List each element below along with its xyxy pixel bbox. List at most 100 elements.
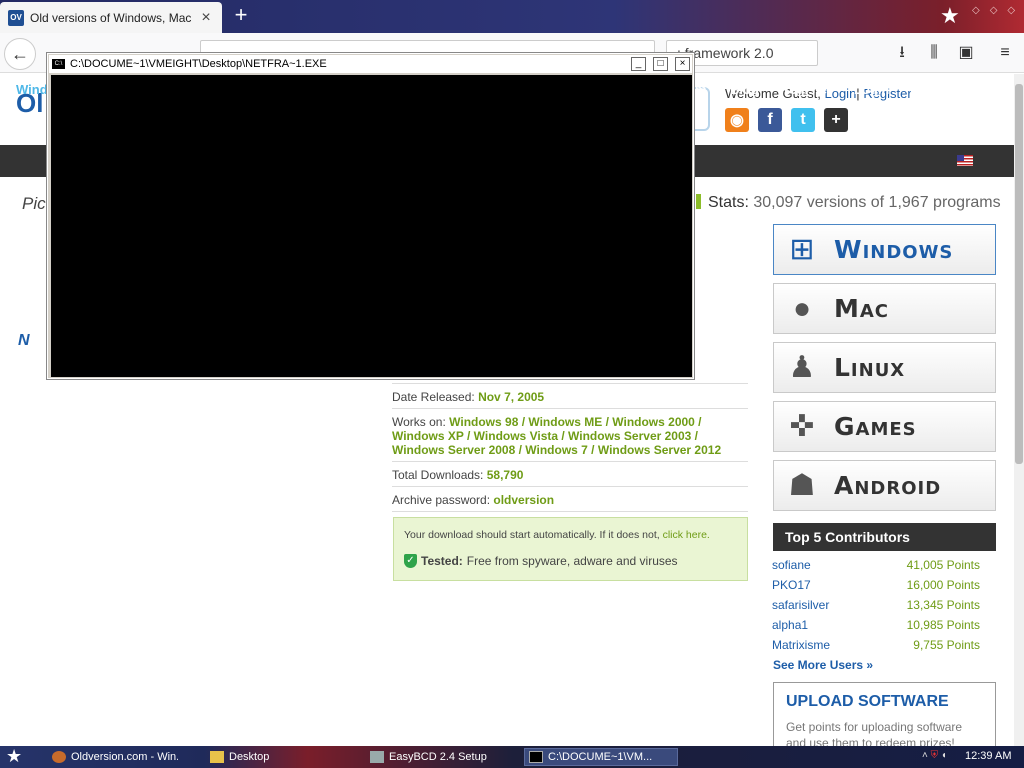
contributor-points: 10,985 Points bbox=[906, 618, 980, 632]
see-more-users-link[interactable]: See More Users » bbox=[773, 658, 873, 672]
sidebar-icon[interactable]: ▣ bbox=[955, 42, 977, 64]
stats-marker bbox=[696, 194, 701, 209]
taskbar-item-desktop[interactable]: Desktop bbox=[206, 748, 346, 766]
nav-item-language[interactable]: English bbox=[910, 82, 957, 97]
android-icon: ☗ bbox=[788, 469, 816, 502]
divider bbox=[392, 408, 748, 409]
contributor-name[interactable]: sofiane bbox=[772, 558, 811, 572]
new-tab-button[interactable]: + bbox=[230, 4, 252, 28]
tab-close-icon[interactable]: × bbox=[198, 9, 214, 27]
apple-icon: ● bbox=[792, 291, 812, 325]
browser-tab[interactable]: OV Old versions of Windows, Mac and × bbox=[0, 2, 222, 33]
contributor-row[interactable]: alpha1 10,985 Points bbox=[772, 618, 980, 632]
security-shield-icon[interactable]: ⛨ bbox=[931, 750, 939, 761]
minimize-button[interactable]: _ bbox=[631, 57, 646, 71]
nav-item-windows[interactable]: Wind bbox=[16, 82, 48, 97]
folder-icon bbox=[210, 751, 224, 763]
upload-title: UPLOAD SOFTWARE bbox=[786, 693, 949, 710]
contributor-points: 9,755 Points bbox=[913, 638, 980, 652]
browser-icon bbox=[52, 751, 66, 763]
close-button[interactable]: × bbox=[675, 57, 690, 71]
start-button[interactable]: ★ bbox=[6, 746, 22, 766]
tray-icons[interactable]: ˄ ⛨ ◖ bbox=[922, 750, 947, 761]
chevron-down-icon[interactable]: » bbox=[986, 80, 993, 95]
works-line-2[interactable]: Windows XP / Windows Vista / Windows Ser… bbox=[392, 429, 698, 443]
page-heading-fragment: Pic bbox=[22, 194, 46, 213]
password-label: Archive password: bbox=[392, 493, 491, 507]
site-stats: Stats: 30,097 versions of 1,967 programs bbox=[708, 194, 1001, 212]
console-output[interactable] bbox=[51, 75, 692, 377]
click-here-link[interactable]: click here. bbox=[663, 529, 710, 541]
rss-icon[interactable]: ◉ bbox=[725, 108, 749, 132]
upload-text: Get points for uploading software and us… bbox=[786, 720, 963, 746]
taskbar-item-label: EasyBCD 2.4 Setup bbox=[389, 751, 487, 763]
taskbar-item-label: Desktop bbox=[229, 751, 270, 763]
password-value: oldversion bbox=[493, 493, 555, 507]
console-title-bar[interactable]: C:\ C:\DOCUME~1\VMEIGHT\Desktop\NETFRA~1… bbox=[49, 55, 692, 73]
divider bbox=[392, 461, 748, 462]
divider bbox=[392, 486, 748, 487]
os-label-games: Games bbox=[834, 412, 917, 441]
divider bbox=[392, 511, 748, 512]
taskbar-item-label: Oldversion.com - Win... bbox=[71, 751, 178, 763]
total-downloads: Total Downloads: 58,790 bbox=[392, 468, 523, 482]
tab-title: Old versions of Windows, Mac and bbox=[30, 10, 192, 25]
download-notice: Your download should start automatically… bbox=[393, 517, 748, 581]
os-label-linux: Linux bbox=[834, 353, 906, 382]
taskbar-item-browser[interactable]: Oldversion.com - Win... bbox=[48, 748, 178, 766]
menu-icon[interactable]: ≡ bbox=[994, 42, 1016, 64]
os-button-android[interactable]: ☗ Android bbox=[773, 460, 996, 511]
console-icon: C:\ bbox=[52, 59, 65, 69]
maximize-button[interactable]: □ bbox=[653, 57, 668, 71]
contributor-name[interactable]: safarisilver bbox=[772, 598, 829, 612]
tested-label: Tested: bbox=[421, 554, 463, 568]
os-label-windows: Windows bbox=[834, 235, 954, 264]
divider bbox=[392, 383, 748, 384]
scrollbar-thumb[interactable] bbox=[1015, 84, 1023, 464]
twitter-icon[interactable]: t bbox=[791, 108, 815, 132]
taskbar-item-console[interactable]: C:\DOCUME~1\VM... bbox=[524, 748, 678, 766]
plus-icon[interactable]: + bbox=[824, 108, 848, 132]
nav-item-register[interactable]: Register bbox=[780, 82, 832, 97]
contributor-name[interactable]: PKO17 bbox=[772, 578, 811, 592]
installer-icon bbox=[370, 751, 384, 763]
contributor-name[interactable]: alpha1 bbox=[772, 618, 808, 632]
contributor-row[interactable]: Matrixisme 9,755 Points bbox=[772, 638, 980, 652]
taskbar-item-easybcd[interactable]: EasyBCD 2.4 Setup bbox=[366, 748, 506, 766]
download-icon[interactable]: ⭳ bbox=[891, 42, 913, 64]
nav-item-blog[interactable]: Blog bbox=[730, 82, 759, 97]
date-value[interactable]: Nov 7, 2005 bbox=[478, 390, 544, 404]
works-line-3[interactable]: Windows Server 2008 / Windows 7 / Window… bbox=[392, 443, 721, 457]
contributor-name[interactable]: Matrixisme bbox=[772, 638, 830, 652]
contributor-row[interactable]: safarisilver 13,345 Points bbox=[772, 598, 980, 612]
shield-check-icon: ✓ bbox=[404, 554, 417, 568]
os-button-windows[interactable]: ⊞ Windows bbox=[773, 224, 996, 275]
gamepad-icon: ✜ bbox=[789, 410, 815, 443]
us-flag-icon bbox=[957, 155, 973, 166]
back-button[interactable]: ← bbox=[4, 38, 36, 70]
facebook-icon[interactable]: f bbox=[758, 108, 782, 132]
date-label: Date Released: bbox=[392, 390, 475, 404]
downloads-label: Total Downloads: bbox=[392, 468, 484, 482]
window-controls[interactable]: ◇◇◇ bbox=[972, 5, 1024, 16]
program-logo-fragment: N bbox=[18, 332, 30, 349]
stats-value: 30,097 versions of 1,967 programs bbox=[753, 194, 1001, 211]
os-button-mac[interactable]: ● Mac bbox=[773, 283, 996, 334]
console-title: C:\DOCUME~1\VMEIGHT\Desktop\NETFRA~1.EXE bbox=[70, 58, 327, 70]
os-button-games[interactable]: ✜ Games bbox=[773, 401, 996, 452]
works-line-1[interactable]: Windows 98 / Windows ME / Windows 2000 / bbox=[449, 415, 701, 429]
tested-badge: ✓ Tested: Free from spyware, adware and … bbox=[404, 554, 678, 568]
upload-software-box[interactable]: UPLOAD SOFTWARE Get points for uploading… bbox=[773, 682, 996, 746]
archive-password: Archive password: oldversion bbox=[392, 493, 554, 507]
contributors-title: Top 5 Contributors bbox=[773, 523, 996, 551]
console-window[interactable]: C:\ C:\DOCUME~1\VMEIGHT\Desktop\NETFRA~1… bbox=[46, 52, 695, 380]
star-icon: ★ bbox=[940, 3, 960, 28]
library-icon[interactable]: ⫼ bbox=[923, 42, 945, 64]
stats-label: Stats: bbox=[708, 194, 749, 211]
nav-item-login[interactable]: Login bbox=[854, 82, 889, 97]
os-label-mac: Mac bbox=[834, 294, 890, 323]
os-button-linux[interactable]: ♟ Linux bbox=[773, 342, 996, 393]
contributor-row[interactable]: PKO17 16,000 Points bbox=[772, 578, 980, 592]
nav-item-forum[interactable]: m bbox=[695, 82, 707, 97]
contributor-row[interactable]: sofiane 41,005 Points bbox=[772, 558, 980, 572]
